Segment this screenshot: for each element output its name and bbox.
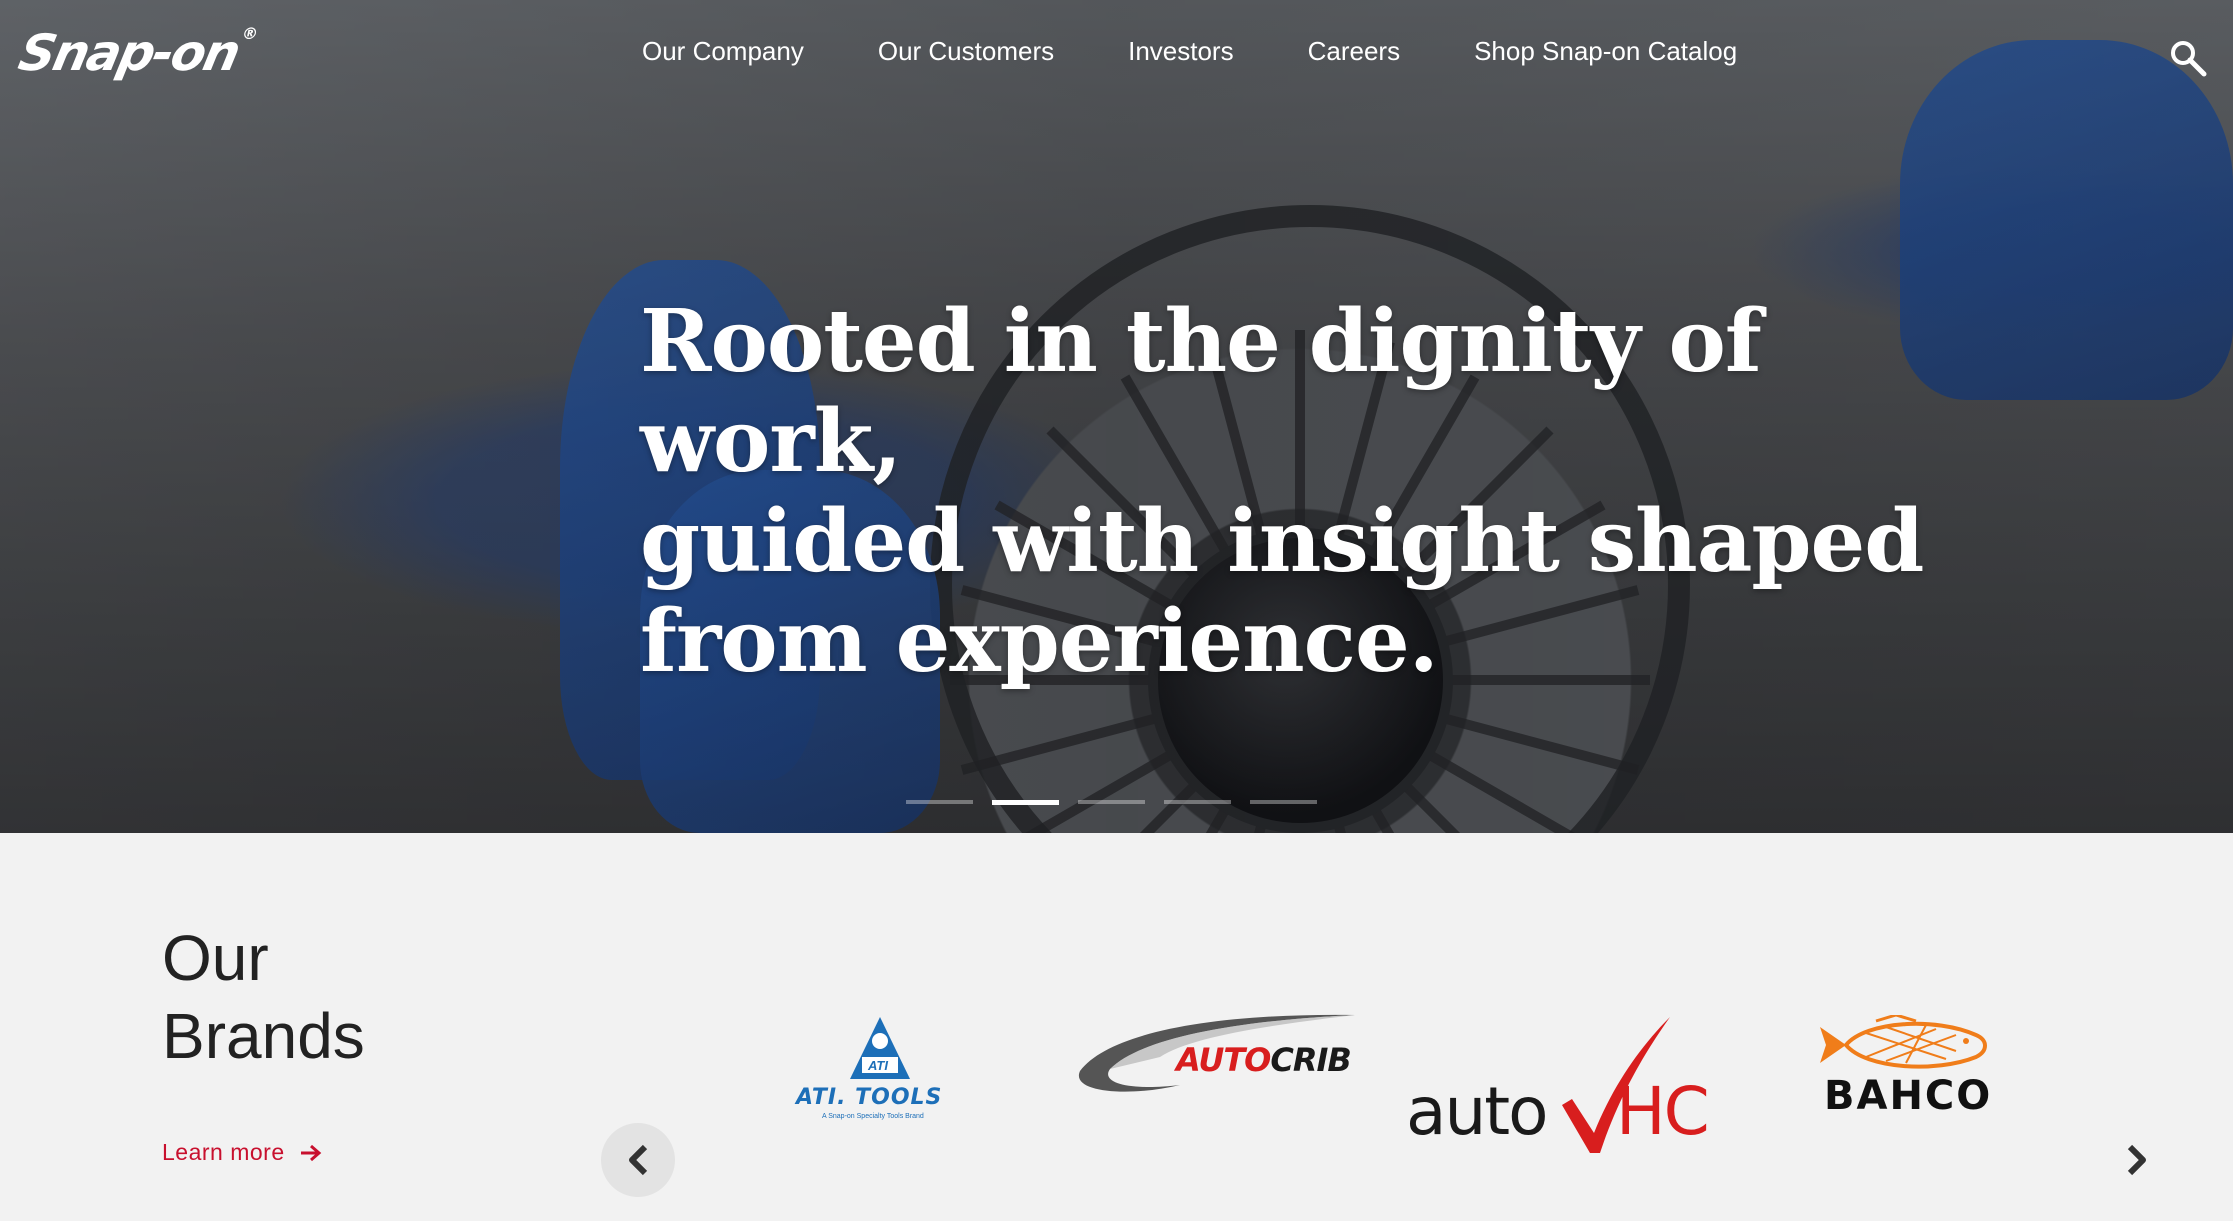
carousel-indicators [906,800,1317,805]
autovhc-text-hc: HC [1616,1073,1710,1150]
carousel-indicator-4[interactable] [1164,800,1231,804]
hero-headline-line: from experience. [640,591,1439,692]
carousel-indicator-2[interactable] [992,800,1059,805]
hero-headline-line: Rooted in the dignity of work, [640,291,1762,492]
top-navigation-bar: Snap-on® Our Company Our Customers Inves… [0,0,2233,110]
snap-on-logo[interactable]: Snap-on® [14,24,260,82]
fish-icon [1820,1015,1987,1069]
brands-prev-button[interactable] [601,1123,675,1197]
brand-logo-autocrib[interactable]: AUTOCRIB [1070,1011,1360,1111]
main-nav: Our Company Our Customers Investors Care… [642,36,1737,67]
brand-logo-bahco[interactable]: BAHCO [1816,1015,1996,1125]
hero-headline: Rooted in the dignity of work, guided wi… [640,292,2040,692]
ati-brand-tagline: A Snap-on Specialty Tools Brand [822,1113,924,1120]
hero-headline-line: guided with insight shaped [640,491,1924,592]
nav-item-investors[interactable]: Investors [1128,36,1234,67]
ati-badge-text: ATI [868,1058,888,1073]
learn-more-label: Learn more [162,1139,285,1165]
carousel-indicator-5[interactable] [1250,800,1317,804]
brand-logo-autovhc[interactable]: auto HC [1404,1013,1724,1163]
brand-logo-ati-tools[interactable]: ATI ATI. TOOLS A Snap-on Specialty Tools… [790,1013,970,1123]
search-icon[interactable] [2168,38,2208,78]
brands-title-line: Brands [162,1000,365,1072]
brands-next-button[interactable] [2100,1123,2174,1197]
nav-item-our-company[interactable]: Our Company [642,36,804,67]
logo-text: Snap-on [13,24,245,82]
nav-item-shop-catalog[interactable]: Shop Snap-on Catalog [1474,36,1737,67]
nav-item-careers[interactable]: Careers [1308,36,1400,67]
logo-registered-mark: ® [239,24,261,43]
our-brands-section: Our Brands Learn more ATI ATI. TOOLS A S… [0,833,2233,1221]
nav-item-our-customers[interactable]: Our Customers [878,36,1054,67]
ati-brand-name: ATI. TOOLS [796,1085,943,1110]
autovhc-text-auto: auto [1406,1073,1549,1150]
carousel-indicator-3[interactable] [1078,800,1145,804]
brands-section-title: Our Brands [162,919,462,1075]
learn-more-link[interactable]: Learn more [162,1139,323,1166]
brands-title-line: Our [162,922,269,994]
autocrib-wordmark: AUTOCRIB [1176,1041,1352,1079]
autocrib-text-crib: CRIB [1270,1041,1351,1079]
bahco-wordmark: BAHCO [1824,1073,1993,1119]
arrow-right-icon [300,1144,321,1161]
autocrib-text-auto: AUTO [1176,1041,1271,1079]
ati-triangle-icon [850,1017,910,1079]
carousel-indicator-1[interactable] [906,800,973,804]
chevron-right-icon [2127,1144,2146,1176]
chevron-left-icon [629,1144,648,1176]
